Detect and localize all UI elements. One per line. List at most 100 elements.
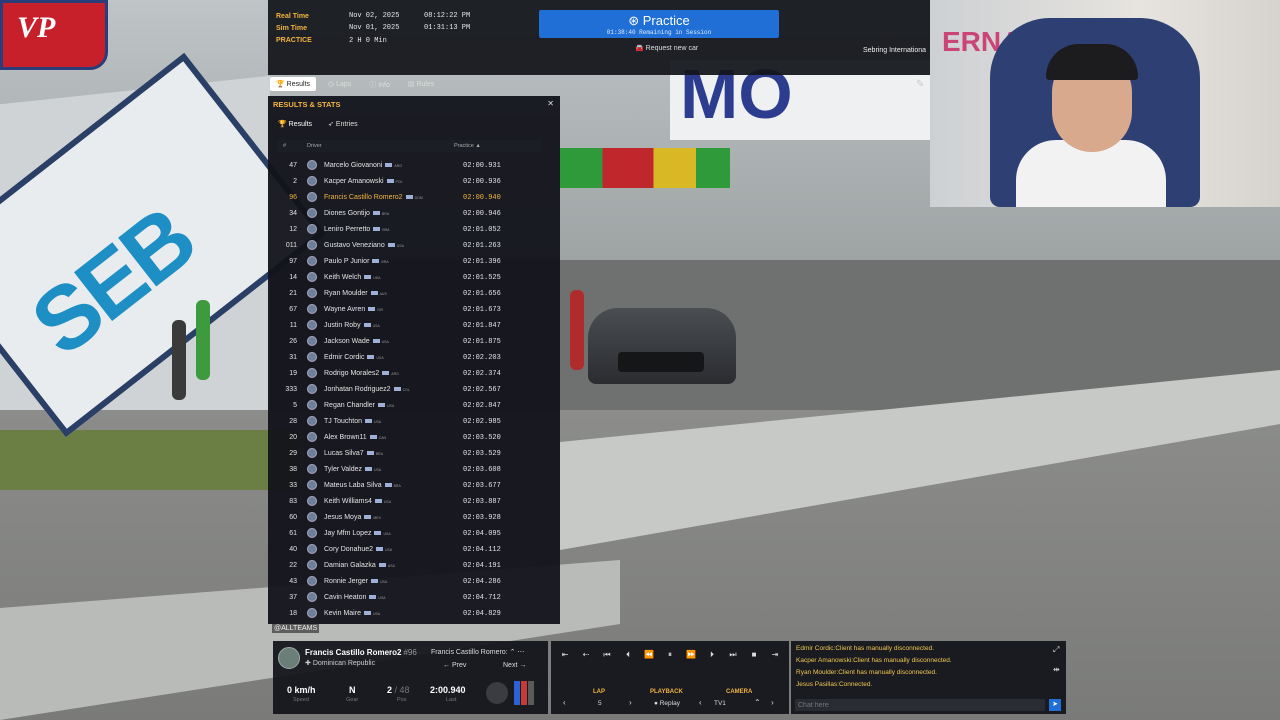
chat-input[interactable] [795,699,1045,711]
results-row[interactable]: 83 Keith Williams4 USA 02:03.887 [277,494,541,510]
prev-lap-icon[interactable]: ⏮ [599,650,615,660]
playback-mode-value: Replay [659,700,680,707]
results-row[interactable]: 21 Ryan Moulder AUS 02:01.656 [277,286,541,302]
practice-time: 02:00.940 [463,194,501,202]
car-number: 67 [289,306,297,313]
results-row[interactable]: 40 Cory Donahue2 USA 02:04.112 [277,542,541,558]
edit-icon[interactable]: ✎ [916,79,924,90]
replay-controls: ⇤ ⇠ ⏮ ⏴ ⏪ ⏸ ⏩ ⏵ ⏭ ■ ⇥ LAP ‹ 5 › PLAYBACK… [551,641,789,714]
prev-frame-icon[interactable]: ⇠ [578,650,594,660]
results-row[interactable]: 60 Jesus Moya MEX 02:03.928 [277,510,541,526]
tab-info[interactable]: ⓘ Info [363,77,396,91]
results-row[interactable]: 20 Alex Brown11 CAN 02:03.520 [277,430,541,446]
camera-prev-icon[interactable]: ‹ [699,698,702,707]
results-row[interactable]: 26 Jackson Wade USA 02:01.875 [277,334,541,350]
practice-time: 02:03.520 [463,434,501,442]
helmet-icon [307,240,317,250]
country-code: USA [396,244,404,248]
helmet-icon [307,432,317,442]
results-row[interactable]: 33 Mateus Laba Silva BRA 02:03.677 [277,478,541,494]
results-row[interactable]: 47 Marcelo Giovanoni ARG 02:00.931 [277,158,541,174]
car-number: 18 [289,610,297,617]
lap-prev-icon[interactable]: ‹ [563,698,566,707]
prev-driver-button[interactable]: ← Prev [443,662,466,669]
step-forward-icon[interactable]: ⏵ [704,650,720,660]
results-row[interactable]: 67 Wayne Avren ISR 02:01.673 [277,302,541,318]
driver-name: Ronnie Jerger [324,578,368,585]
step-back-icon[interactable]: ⏴ [620,650,636,660]
live-icon[interactable]: ⇥ [767,650,783,660]
info-icon: ⓘ [369,82,379,89]
driver-name: Keith Williams4 [324,498,372,505]
flag-icon [364,275,372,280]
helmet-icon [307,608,317,618]
pause-icon[interactable]: ⏸ [662,650,678,660]
driver-cell: Diones Gontijo BRA [324,210,389,217]
playback-buttons: ⇤ ⇠ ⏮ ⏴ ⏪ ⏸ ⏩ ⏵ ⏭ ■ ⇥ [557,650,783,660]
col-driver[interactable]: Driver [307,143,322,149]
driver-selector[interactable]: Francis Castillo Romero: ⌃ ⋯ [431,648,524,656]
session-practice-button[interactable]: ⊛ Practice 01:38:40 Remaining in Session [539,10,779,38]
car-number: 11 [289,322,297,329]
request-new-car-button[interactable]: 🚘 Request new car [635,44,698,52]
results-row[interactable]: 22 Damian Galazka USA 02:04.191 [277,558,541,574]
results-row[interactable]: 011 Gustavo Veneziano USA 02:01.263 [277,238,541,254]
results-row[interactable]: 12 Leniro Perretto BRA 02:01.052 [277,222,541,238]
results-row[interactable]: 11 Justin Roby USA 02:01.847 [277,318,541,334]
helmet-icon [307,464,317,474]
tab-rules[interactable]: ▤ Rules [402,77,440,91]
helmet-icon [307,576,317,586]
trophy-icon: 🏆 [278,121,289,128]
driver-cell: Tyler Valdez USA [324,466,381,473]
camera-up-icon[interactable]: ⌃ [754,698,761,707]
results-row[interactable]: 61 Jay Mfm Lopez USA 02:04.095 [277,526,541,542]
more-icon[interactable]: ⋯ [517,649,524,656]
practice-time: 02:03.928 [463,514,501,522]
results-row[interactable]: 28 TJ Touchton USA 02:02.985 [277,414,541,430]
results-row[interactable]: 38 Tyler Valdez USA 02:03.608 [277,462,541,478]
camera-next-icon[interactable]: › [771,698,774,707]
practice-time: 02:01.673 [463,306,501,314]
next-driver-button[interactable]: Next → [503,662,526,669]
send-icon[interactable]: ➤ [1049,699,1061,711]
results-row[interactable]: 37 Cavin Heaton USA 02:04.712 [277,590,541,606]
results-row[interactable]: 19 Rodrigo Morales2 ARG 02:02.374 [277,366,541,382]
tab-results[interactable]: 🏆 Results [270,77,317,91]
results-row[interactable]: 2 Kacper Amanowski POL 02:00.936 [277,174,541,190]
results-row[interactable]: 43 Ronnie Jerger USA 02:04.286 [277,574,541,590]
fast-forward-icon[interactable]: ⏩ [683,650,699,660]
results-row[interactable]: 29 Lucas Silva7 BRA 02:03.529 [277,446,541,462]
driver-cell: Paulo P Junior BRA [324,258,389,265]
tab-laps[interactable]: ◷ Laps [322,77,357,91]
close-icon[interactable]: ✕ [547,99,554,108]
col-num: # [283,143,287,149]
results-row[interactable]: 31 Edmir Cordic USA 02:02.203 [277,350,541,366]
practice-time: 02:04.829 [463,610,501,618]
flag-icon [378,563,386,568]
sim-time-date: Nov 01, 2025 [349,24,400,32]
col-practice[interactable]: Practice ▲ [454,143,481,149]
country-code: CAN [378,436,387,440]
skip-start-icon[interactable]: ⇤ [557,650,573,660]
helmet-icon [307,368,317,378]
results-row[interactable]: 14 Keith Welch USA 02:01.525 [277,270,541,286]
practice-time: 02:01.875 [463,338,501,346]
camera-record-icon[interactable]: ■ [746,650,762,660]
subtab-entries[interactable]: ➶ Entries [325,118,361,130]
results-row[interactable]: 333 Jonhatan Rodriguez2 COL 02:02.567 [277,382,541,398]
subtab-results[interactable]: 🏆 Results [275,118,315,130]
results-row[interactable]: 18 Kevin Maire USA 02:04.829 [277,606,541,622]
next-lap-icon[interactable]: ⏭ [725,650,741,660]
results-row[interactable]: 97 Paulo P Junior BRA 02:01.396 [277,254,541,270]
lap-next-icon[interactable]: › [629,698,632,707]
results-row[interactable]: 5 Regan Chandler USA 02:02.847 [277,398,541,414]
expand-icon[interactable]: ⤢ [1053,645,1059,655]
rewind-icon[interactable]: ⏪ [641,650,657,660]
results-row[interactable]: 34 Diones Gontijo BRA 02:00.946 [277,206,541,222]
resize-icon[interactable]: ⇹ [1053,665,1060,674]
playback-mode[interactable]: ● Replay [654,700,680,707]
flag-icon [384,483,392,488]
results-row[interactable]: 96 Francis Castillo Romero2 DOM 02:00.940 [277,190,541,206]
practice-time: 02:01.052 [463,226,501,234]
grass [0,430,300,490]
